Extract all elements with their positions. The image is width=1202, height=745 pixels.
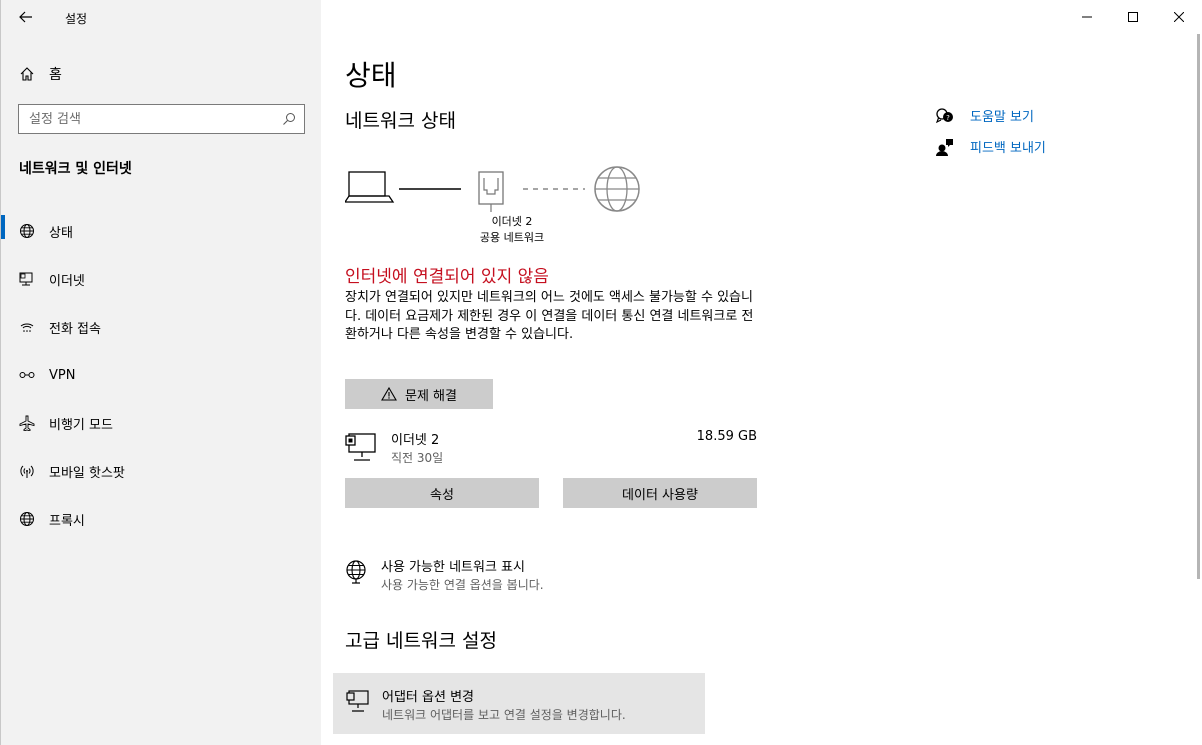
search-icon[interactable] [282, 112, 296, 126]
ethernet-icon [345, 433, 376, 461]
data-usage-button[interactable]: 데이터 사용량 [563, 478, 757, 508]
connection-data-size: 18.59 GB [696, 429, 757, 444]
back-arrow-icon [19, 11, 32, 23]
properties-button[interactable]: 속성 [345, 478, 539, 508]
main-content: 상태 네트워크 상태 이더넷 2 공용 네트워크 인터넷에 연결되어 있지 않음… [321, 0, 1202, 745]
help-links: ? 도움말 보기 피드백 보내기 [936, 100, 1046, 162]
ethernet-port-icon [478, 171, 504, 212]
title-bar: 설정 [1, 0, 322, 34]
connection-info: 이더넷 2 직전 30일 18.59 GB [345, 428, 757, 472]
feedback-label: 피드백 보내기 [970, 141, 1046, 156]
troubleshoot-button[interactable]: 문제 해결 [345, 379, 493, 409]
network-diagram-graphic [343, 166, 640, 212]
sidebar-item-label: 프록시 [49, 513, 85, 529]
vpn-icon [19, 367, 35, 383]
sidebar-item-ethernet[interactable]: 이더넷 [1, 255, 322, 303]
connection-period: 직전 30일 [391, 451, 444, 465]
get-help-link[interactable]: ? 도움말 보기 [936, 100, 1046, 131]
svg-text:?: ? [946, 114, 950, 122]
troubleshoot-label: 문제 해결 [405, 388, 457, 404]
get-help-label: 도움말 보기 [970, 110, 1034, 125]
change-adapter-options-link[interactable]: 어댑터 옵션 변경 네트워크 어댑터를 보고 연결 설정을 변경합니다. [333, 673, 705, 734]
sidebar-item-label: 전화 접속 [49, 321, 101, 337]
sidebar-item-airplane[interactable]: 비행기 모드 [1, 399, 322, 447]
network-globe-icon [346, 560, 366, 584]
advanced-settings-title: 고급 네트워크 설정 [345, 630, 497, 652]
feedback-icon [936, 138, 956, 156]
warning-icon [381, 387, 397, 401]
scrollbar[interactable] [1197, 34, 1200, 579]
sidebar-item-hotspot[interactable]: 모바일 핫스팟 [1, 447, 322, 495]
diagram-label: 이더넷 2 공용 네트워크 [452, 214, 572, 246]
home-label: 홈 [49, 67, 62, 83]
hotspot-icon [19, 463, 35, 479]
sidebar-item-proxy[interactable]: 프록시 [1, 495, 322, 543]
network-status-title: 네트워크 상태 [345, 110, 456, 132]
connection-alert-title: 인터넷에 연결되어 있지 않음 [345, 267, 549, 287]
connection-name: 이더넷 2 [391, 433, 440, 448]
adapter-options-subtitle: 네트워크 어댑터를 보고 연결 설정을 변경합니다. [382, 708, 626, 722]
send-feedback-link[interactable]: 피드백 보내기 [936, 131, 1046, 162]
data-usage-label: 데이터 사용량 [622, 487, 698, 503]
sidebar-item-dialup[interactable]: 전화 접속 [1, 303, 322, 351]
ethernet-icon [19, 271, 35, 287]
properties-label: 속성 [430, 487, 454, 503]
show-networks-title: 사용 가능한 네트워크 표시 [381, 560, 525, 575]
airplane-icon [19, 415, 35, 431]
show-networks-subtitle: 사용 가능한 연결 옵션을 봅니다. [381, 578, 544, 592]
adapter-options-title: 어댑터 옵션 변경 [382, 690, 474, 705]
network-type: 공용 네트워크 [479, 231, 545, 244]
home-icon [20, 67, 34, 81]
internet-globe-icon [594, 166, 640, 212]
network-diagram: 이더넷 2 공용 네트워크 [343, 162, 665, 252]
network-adapter-icon [346, 690, 369, 712]
dialup-icon [19, 319, 35, 335]
adapter-name: 이더넷 2 [491, 215, 533, 228]
sidebar-nav: 상태 이더넷 전화 접속 VPN 비행기 모드 모바일 핫스팟 프록시 [1, 207, 322, 543]
page-title: 상태 [345, 59, 397, 92]
home-nav-item[interactable]: 홈 [19, 62, 62, 86]
globe-icon [19, 223, 35, 239]
sidebar-item-label: 상태 [49, 225, 73, 241]
sidebar-item-vpn[interactable]: VPN [1, 351, 322, 399]
sidebar-item-label: 모바일 핫스팟 [49, 465, 125, 481]
search-box[interactable] [18, 104, 305, 134]
help-chat-icon: ? [936, 107, 956, 124]
show-available-networks-link[interactable]: 사용 가능한 네트워크 표시 사용 가능한 연결 옵션을 봅니다. [345, 556, 765, 596]
sidebar-item-label: 비행기 모드 [49, 417, 113, 433]
sidebar-item-label: VPN [49, 367, 76, 383]
sidebar-item-status[interactable]: 상태 [1, 207, 322, 255]
sidebar: 설정 홈 네트워크 및 인터넷 상태 이더넷 전화 접속 [0, 0, 321, 745]
app-title: 설정 [65, 12, 88, 26]
globe-icon [19, 511, 35, 527]
sidebar-item-label: 이더넷 [49, 273, 85, 289]
back-button[interactable] [13, 6, 39, 28]
sidebar-section-title: 네트워크 및 인터넷 [19, 161, 132, 177]
laptop-icon [343, 171, 395, 203]
search-input[interactable] [19, 111, 269, 127]
connection-description: 장치가 연결되어 있지만 네트워크의 어느 것에도 액세스 불가능할 수 있습니… [345, 290, 754, 342]
